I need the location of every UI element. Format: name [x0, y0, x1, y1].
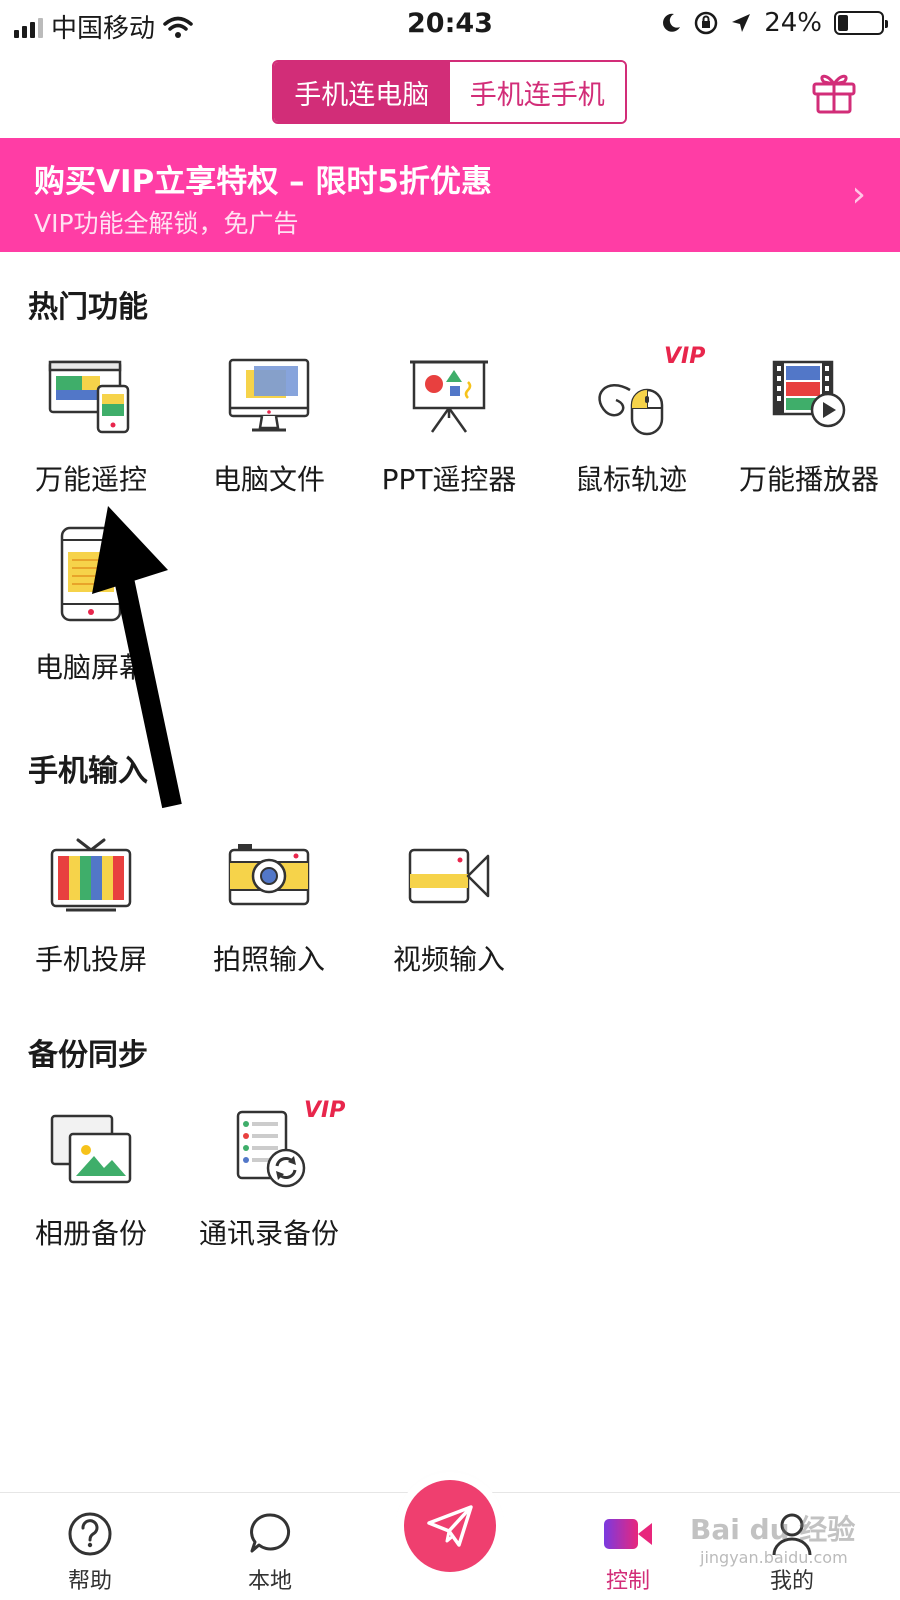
- location-icon: [732, 14, 751, 32]
- mouse-icon: [598, 384, 664, 436]
- feature-label: 相册备份: [34, 1217, 147, 1250]
- gift-icon[interactable]: [810, 68, 858, 116]
- watermark-logo: Bai du 经验: [690, 1513, 856, 1546]
- monitor-icon: [228, 358, 310, 432]
- feature-ppt-remote[interactable]: PPT遥控器: [358, 356, 540, 498]
- status-bar: 中国移动 20:43 24%: [0, 0, 900, 46]
- help-icon: [68, 1512, 112, 1556]
- paper-plane-icon: [427, 1505, 473, 1547]
- video-control-icon: [604, 1519, 652, 1549]
- connection-mode-switch: 手机连电脑 手机连手机: [272, 60, 627, 124]
- feature-universal-remote[interactable]: 万能遥控: [0, 356, 182, 498]
- feature-pc-files[interactable]: 电脑文件: [178, 356, 360, 498]
- feature-universal-player[interactable]: 万能播放器: [718, 356, 900, 498]
- tab-phone-to-phone[interactable]: 手机连手机: [449, 62, 625, 122]
- contacts-sync-icon: [236, 1110, 306, 1188]
- tab-local[interactable]: 本地: [210, 1493, 330, 1600]
- send-button[interactable]: [404, 1480, 496, 1572]
- chat-bubble-icon: [250, 1513, 291, 1553]
- feature-label: 万能遥控: [34, 463, 147, 496]
- feature-screen-mirror[interactable]: 手机投屏: [0, 836, 182, 978]
- watermark-url: jingyan.baidu.com: [700, 1548, 848, 1567]
- battery-percent: 24%: [764, 8, 822, 38]
- rotation-lock-icon: [694, 11, 718, 35]
- banner-subtitle: VIP功能全解锁，免广告: [34, 209, 299, 238]
- feature-contacts-backup[interactable]: 通讯录备份: [178, 1110, 360, 1252]
- tv-icon: [50, 838, 132, 912]
- film-play-icon: [772, 360, 846, 428]
- vip-promo-banner[interactable]: 购买VIP立享特权 – 限时5折优惠 VIP功能全解锁，免广告 ›: [0, 138, 900, 252]
- feature-pc-screen[interactable]: 电脑屏幕: [0, 524, 182, 686]
- feature-label: 通讯录备份: [198, 1217, 339, 1250]
- feature-video-input[interactable]: 视频输入: [358, 836, 540, 978]
- chevron-right-icon: ›: [851, 174, 866, 215]
- feature-label: PPT遥控器: [381, 463, 517, 496]
- camera-icon: [228, 844, 310, 906]
- feature-photo-input[interactable]: 拍照输入: [178, 836, 360, 978]
- feature-label: 拍照输入: [212, 943, 325, 976]
- vip-badge: VIP: [304, 1098, 346, 1123]
- tab-label: 本地: [247, 1569, 292, 1594]
- presentation-board-icon: [410, 360, 488, 433]
- tab-help[interactable]: 帮助: [30, 1493, 150, 1600]
- feature-album-backup[interactable]: 相册备份: [0, 1110, 182, 1252]
- battery-icon: [834, 11, 888, 35]
- vip-badge: VIP: [664, 344, 706, 369]
- feature-label: 电脑文件: [212, 463, 325, 496]
- feature-label: 手机投屏: [34, 943, 147, 976]
- moon-icon: [663, 13, 681, 32]
- phone-screen-icon: [60, 526, 122, 622]
- photo-album-icon: [50, 1114, 132, 1184]
- feature-label: 视频输入: [392, 943, 505, 976]
- remote-devices-icon: [48, 360, 130, 434]
- tab-label: 控制: [605, 1569, 650, 1594]
- tab-label: 帮助: [67, 1569, 112, 1594]
- banner-title: 购买VIP立享特权 – 限时5折优惠: [34, 164, 492, 200]
- video-camera-icon: [408, 848, 490, 904]
- tab-phone-to-pc[interactable]: 手机连电脑: [274, 62, 450, 122]
- feature-mouse-track[interactable]: 鼠标轨迹: [540, 356, 722, 498]
- tab-label: 我的: [769, 1569, 814, 1594]
- section-title-input: 手机输入: [28, 754, 148, 789]
- feature-label: 鼠标轨迹: [574, 463, 687, 496]
- tab-control[interactable]: 控制: [568, 1493, 688, 1600]
- feature-label: 电脑屏幕: [34, 651, 147, 684]
- section-title-hot: 热门功能: [28, 290, 148, 325]
- section-title-backup: 备份同步: [28, 1038, 148, 1073]
- feature-label: 万能播放器: [738, 463, 879, 496]
